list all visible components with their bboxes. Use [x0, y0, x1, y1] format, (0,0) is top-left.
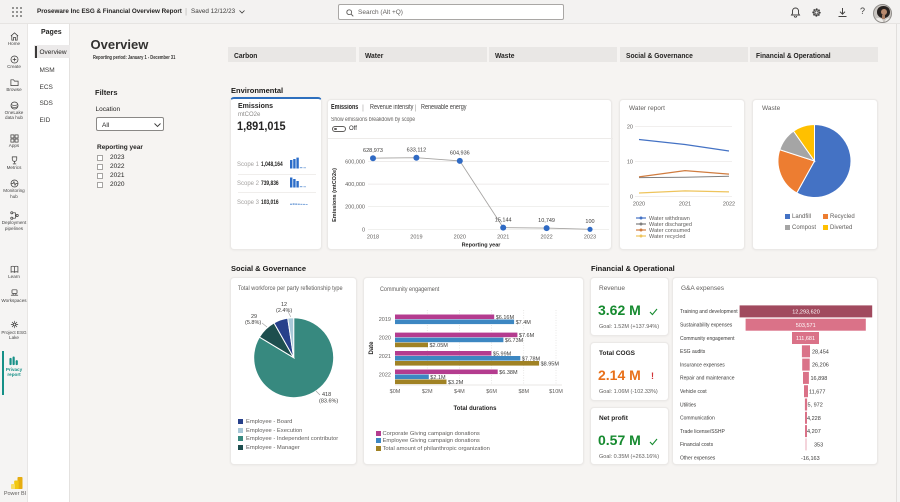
svg-text:Training and development: Training and development — [680, 309, 738, 315]
svg-text:2021: 2021 — [497, 235, 509, 241]
svg-text:$6.38M: $6.38M — [499, 370, 518, 376]
svg-text:200,000: 200,000 — [345, 205, 365, 211]
svg-text:(2.4%): (2.4%) — [276, 308, 292, 314]
svg-text:(83.6%): (83.6%) — [319, 399, 338, 405]
svg-text:353: 353 — [814, 443, 823, 449]
svg-text:11,677: 11,677 — [809, 389, 825, 395]
svg-text:Sustainability expenses: Sustainability expenses — [680, 323, 733, 329]
svg-text:400,000: 400,000 — [345, 182, 365, 188]
svg-text:-16,163: -16,163 — [801, 456, 820, 462]
svg-text:Utilities: Utilities — [680, 402, 697, 408]
svg-text:111,681: 111,681 — [796, 336, 815, 342]
svg-text:Insurance expenses: Insurance expenses — [680, 362, 725, 368]
svg-text:Financial costs: Financial costs — [680, 442, 714, 448]
svg-text:28,454: 28,454 — [812, 349, 829, 355]
svg-text:$6.16M: $6.16M — [496, 315, 515, 321]
svg-text:5, 972: 5, 972 — [808, 403, 823, 409]
svg-text:418: 418 — [322, 392, 331, 398]
svg-text:10,749: 10,749 — [538, 218, 555, 224]
svg-text:2020: 2020 — [454, 235, 466, 241]
svg-text:Water recycled: Water recycled — [649, 234, 685, 240]
svg-text:2020: 2020 — [633, 202, 645, 208]
svg-text:$7.78M: $7.78M — [522, 357, 541, 363]
svg-text:2019: 2019 — [410, 235, 422, 241]
svg-text:Reporting year: Reporting year — [462, 243, 502, 249]
svg-text:2019: 2019 — [379, 317, 391, 323]
svg-text:ESG audits: ESG audits — [680, 349, 706, 355]
svg-text:Vehicle cost: Vehicle cost — [680, 389, 707, 395]
svg-text:2022: 2022 — [540, 235, 552, 241]
svg-text:$8M: $8M — [518, 389, 529, 395]
svg-text:Communication: Communication — [680, 416, 715, 422]
svg-text:633,112: 633,112 — [407, 148, 426, 154]
svg-text:$10M: $10M — [549, 389, 563, 395]
svg-text:15,144: 15,144 — [495, 217, 512, 223]
svg-text:$5.99M: $5.99M — [493, 352, 512, 358]
svg-text:503,571: 503,571 — [796, 323, 816, 329]
svg-text:4,228: 4,228 — [807, 416, 821, 422]
svg-text:604,936: 604,936 — [450, 151, 470, 157]
svg-text:26,206: 26,206 — [812, 363, 829, 369]
svg-text:600,000: 600,000 — [345, 160, 365, 166]
svg-text:10: 10 — [627, 160, 633, 166]
svg-text:12,293,620: 12,293,620 — [792, 310, 820, 316]
svg-text:2021: 2021 — [379, 354, 391, 360]
svg-text:Repair and maintenance: Repair and maintenance — [680, 376, 735, 382]
svg-text:$6.73M: $6.73M — [505, 338, 524, 344]
svg-text:16,898: 16,898 — [811, 376, 828, 382]
svg-text:$2.1M: $2.1M — [430, 375, 446, 381]
svg-text:Other expenses: Other expenses — [680, 456, 716, 462]
svg-text:2018: 2018 — [367, 235, 379, 241]
svg-text:Trade license/SSHP: Trade license/SSHP — [680, 429, 725, 435]
svg-text:0: 0 — [630, 195, 633, 201]
svg-text:2023: 2023 — [584, 235, 596, 241]
svg-text:20: 20 — [627, 125, 633, 131]
svg-text:2022: 2022 — [379, 373, 391, 379]
svg-text:2021: 2021 — [679, 202, 691, 208]
svg-text:$0M: $0M — [390, 389, 401, 395]
svg-text:$8.95M: $8.95M — [541, 362, 560, 368]
svg-text:(5.8%): (5.8%) — [245, 320, 261, 326]
svg-text:$7.4M: $7.4M — [516, 320, 532, 326]
svg-text:$2M: $2M — [422, 389, 433, 395]
svg-text:Date: Date — [369, 341, 375, 355]
svg-text:Community engagement: Community engagement — [680, 336, 735, 342]
svg-text:Total durations: Total durations — [454, 406, 498, 412]
svg-text:$4M: $4M — [454, 389, 465, 395]
svg-text:Emissions (mtCO2e): Emissions (mtCO2e) — [332, 168, 338, 222]
svg-text:$6M: $6M — [486, 389, 497, 395]
svg-text:628,973: 628,973 — [363, 148, 383, 154]
svg-text:4,207: 4,207 — [807, 429, 821, 435]
svg-text:$2.05M: $2.05M — [430, 343, 449, 349]
svg-text:0: 0 — [362, 227, 365, 233]
svg-text:2022: 2022 — [723, 202, 735, 208]
svg-text:100: 100 — [585, 219, 594, 225]
svg-text:2020: 2020 — [379, 336, 391, 342]
